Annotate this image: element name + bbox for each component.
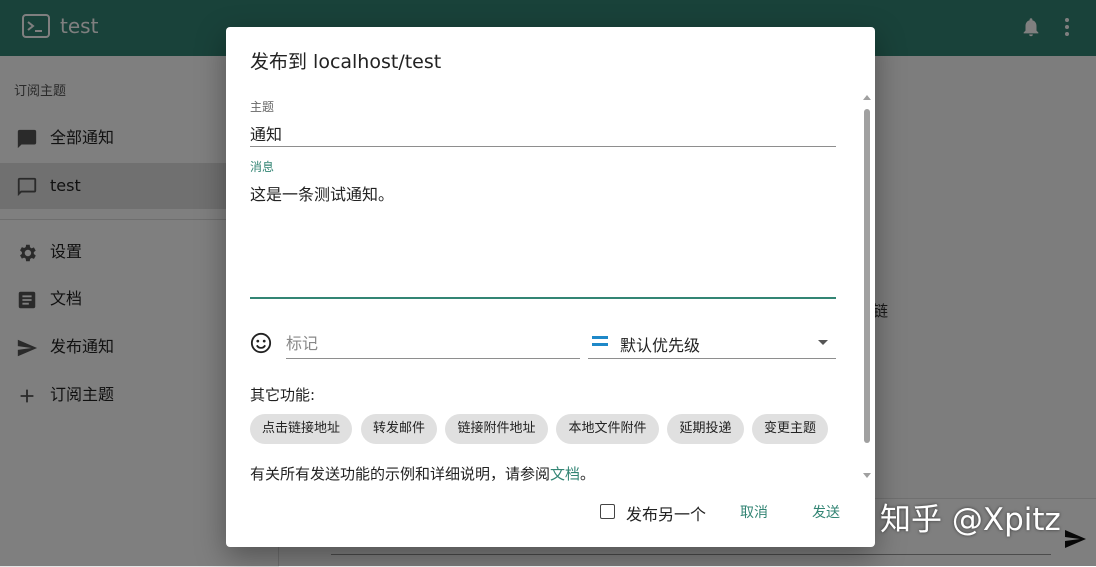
send-button[interactable]: 发送	[812, 502, 840, 522]
help-text-suffix: 。	[580, 465, 596, 483]
priority-default-icon	[592, 336, 608, 346]
message-textarea[interactable]: 这是一条测试通知。	[250, 181, 394, 205]
emoji-icon[interactable]	[250, 332, 272, 354]
chip-forward-email[interactable]: 转发邮件	[361, 414, 437, 444]
docs-link[interactable]: 文档	[550, 465, 580, 483]
topic-underline	[250, 146, 836, 147]
priority-underline	[588, 358, 836, 359]
chip-attachment-url[interactable]: 链接附件地址	[445, 414, 548, 444]
scrollbar-thumb[interactable]	[864, 109, 870, 443]
publish-dialog: 发布到 localhost/test 主题 通知 消息 这是一条测试通知。 默认…	[226, 27, 875, 547]
scroll-down-arrow[interactable]	[863, 473, 871, 478]
chip-delay-delivery[interactable]: 延期投递	[667, 414, 744, 444]
tags-input[interactable]	[286, 330, 576, 356]
dialog-title: 发布到 localhost/test	[250, 51, 442, 73]
priority-select[interactable]: 默认优先级	[620, 332, 700, 356]
message-label: 消息	[250, 160, 275, 174]
publish-another-checkbox[interactable]	[600, 504, 615, 519]
scroll-up-arrow[interactable]	[863, 95, 871, 100]
topic-label: 主题	[250, 100, 275, 114]
topic-input[interactable]: 通知	[250, 121, 282, 145]
tags-underline	[286, 358, 580, 359]
help-text: 有关所有发送功能的示例和详细说明，请参阅文档。	[250, 463, 595, 484]
chip-local-file[interactable]: 本地文件附件	[556, 414, 659, 444]
chevron-down-icon[interactable]	[818, 340, 828, 345]
cancel-button[interactable]: 取消	[740, 502, 768, 522]
watermark: 知乎 @Xpitz	[880, 502, 1061, 538]
message-underline	[250, 297, 836, 299]
help-text-prefix: 有关所有发送功能的示例和详细说明，请参阅	[250, 465, 551, 483]
chip-click-link[interactable]: 点击链接地址	[250, 414, 352, 444]
publish-another-label[interactable]: 发布另一个	[626, 501, 706, 525]
other-features-label: 其它功能:	[250, 386, 316, 404]
chip-change-topic[interactable]: 变更主题	[752, 414, 828, 444]
